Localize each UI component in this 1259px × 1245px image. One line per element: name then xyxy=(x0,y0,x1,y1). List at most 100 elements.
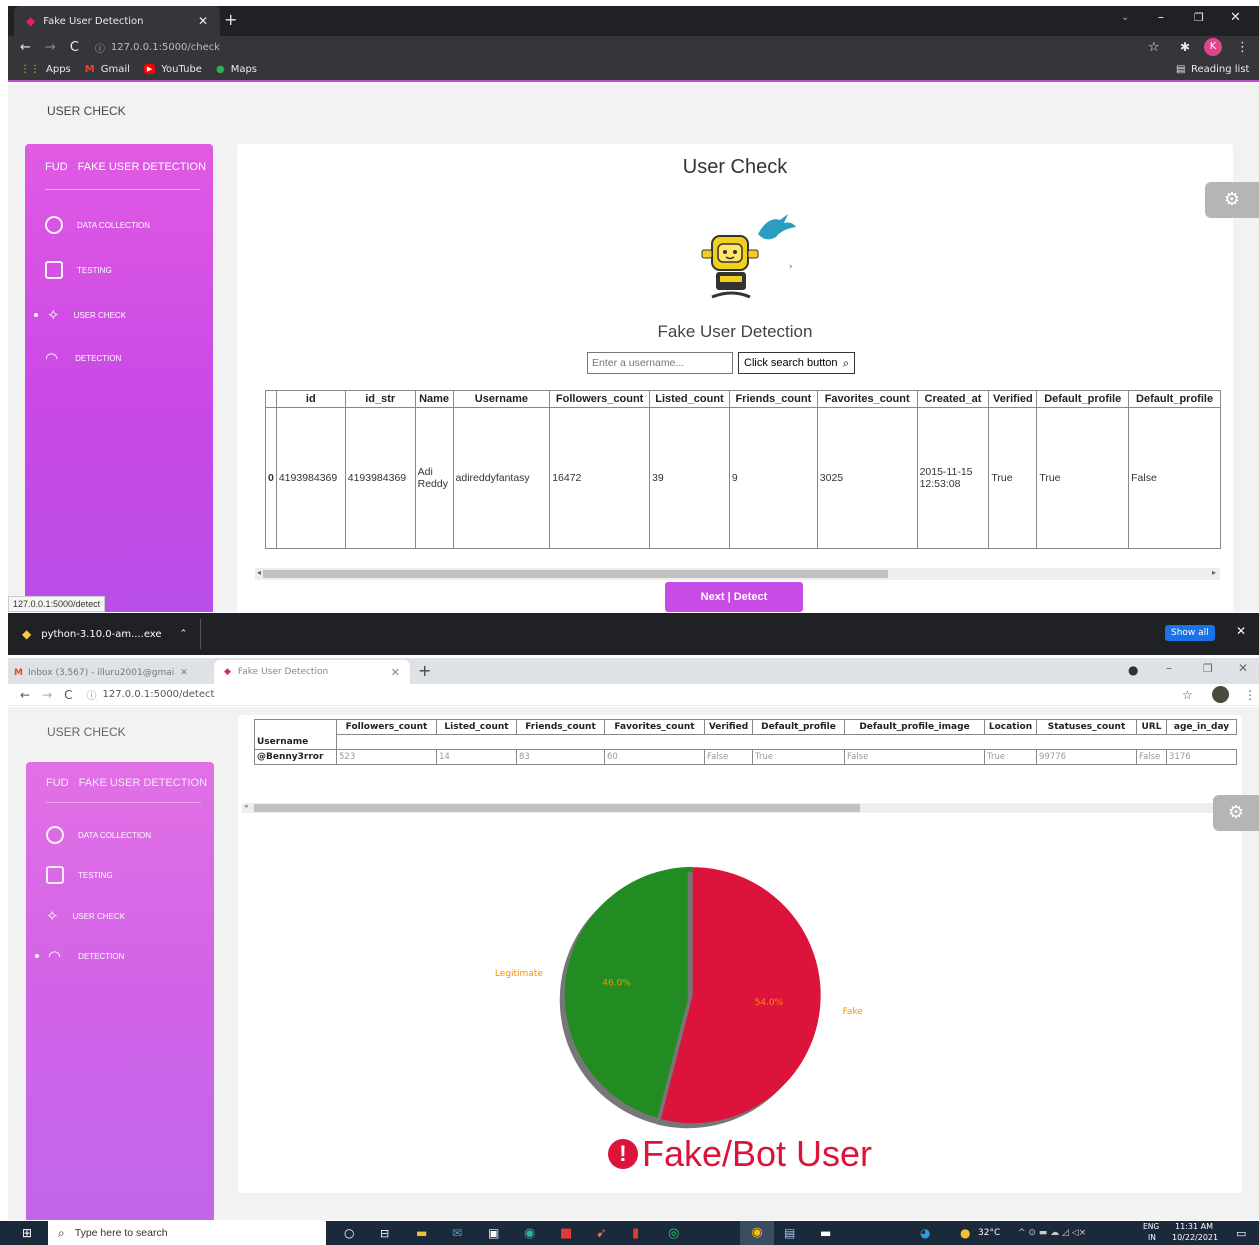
profile-avatar[interactable] xyxy=(1212,686,1229,703)
taskbar-search-box[interactable]: ⌕ Type here to search xyxy=(48,1221,326,1245)
result-banner: ! Fake/Bot User xyxy=(238,1133,1242,1175)
reload-icon[interactable]: C xyxy=(64,688,72,702)
bell-icon: ◠ xyxy=(48,948,62,965)
close-tab-icon[interactable]: ✕ xyxy=(391,666,400,679)
chevron-up-icon[interactable]: ⌃ xyxy=(180,629,188,639)
bookmark-gmail[interactable]: Gmail xyxy=(101,64,130,75)
record-icon[interactable]: ● xyxy=(1128,663,1138,677)
region-text[interactable]: IN xyxy=(1148,1233,1156,1242)
profile-avatar[interactable]: K xyxy=(1204,38,1222,56)
edge-icon[interactable]: ◉ xyxy=(524,1226,535,1241)
brand-short: FUD xyxy=(46,777,69,789)
card-subtitle: Fake User Detection xyxy=(657,322,813,341)
back-icon[interactable]: ← xyxy=(20,688,30,702)
minimize-icon[interactable]: – xyxy=(1158,10,1164,24)
download-file-name[interactable]: python-3.10.0-am....exe xyxy=(41,629,161,640)
reload-icon[interactable]: C xyxy=(70,40,79,55)
maximize-icon[interactable]: ❐ xyxy=(1194,11,1204,24)
sidebar-brand[interactable]: FUD FAKE USER DETECTION xyxy=(45,161,206,173)
cell-index: 0 xyxy=(265,407,277,549)
app-red-icon[interactable]: ■ xyxy=(560,1226,572,1241)
tab-search-icon[interactable]: ⌄ xyxy=(1121,12,1129,23)
index-label: Username xyxy=(254,734,337,750)
close-window-icon[interactable]: ✕ xyxy=(1230,10,1241,25)
next-detect-button[interactable]: Next | Detect xyxy=(665,582,803,612)
browser-tab-active[interactable]: ◆ Fake User Detection ✕ xyxy=(14,6,220,36)
star-icon[interactable]: ☆ xyxy=(1182,688,1193,702)
scrollbar-thumb[interactable] xyxy=(254,804,860,812)
bookmark-maps[interactable]: Maps xyxy=(231,64,257,75)
scroll-right-icon[interactable]: ▸ xyxy=(1212,568,1216,577)
scroll-left-icon[interactable]: ◂ xyxy=(244,802,248,810)
sidebar-item-detection[interactable]: ◠ DETECTION xyxy=(45,349,121,367)
url-text[interactable]: 127.0.0.1:5000/check xyxy=(111,42,220,53)
forward-icon[interactable]: → xyxy=(45,40,56,55)
cell-listed: 14 xyxy=(436,748,517,765)
mail-icon[interactable]: ✉ xyxy=(452,1226,462,1240)
chrome-icon[interactable]: ◉ xyxy=(740,1221,774,1245)
terminal-icon[interactable]: ▬ xyxy=(820,1226,831,1240)
star-icon[interactable]: ☆ xyxy=(1148,40,1160,55)
sidebar-item-testing[interactable]: TESTING xyxy=(46,866,113,884)
menu-icon[interactable]: ⋮ xyxy=(1244,688,1256,702)
sidebar-item-testing[interactable]: TESTING xyxy=(45,261,112,279)
user-data-table: id id_str Name Username Followers_count … xyxy=(265,390,1221,549)
settings-fab[interactable]: ⚙ xyxy=(1205,182,1259,218)
scrollbar-thumb[interactable] xyxy=(263,570,888,578)
bookmark-youtube[interactable]: YouTube xyxy=(161,64,202,75)
clock-time[interactable]: 11:31 AM xyxy=(1175,1222,1213,1231)
search-button[interactable]: Click search button ⌕ xyxy=(738,352,856,374)
tab-fake-user-detection[interactable]: ◆ Fake User Detection ✕ xyxy=(214,660,410,684)
sidebar-brand[interactable]: FUD FAKE USER DETECTION xyxy=(46,777,207,789)
sidebar-item-user-check[interactable]: ✧ USER CHECK xyxy=(34,306,126,324)
app-arrow-icon[interactable]: ➹ xyxy=(596,1226,607,1241)
extensions-icon[interactable]: ✱ xyxy=(1180,40,1190,54)
widgets-icon[interactable]: ⊟ xyxy=(380,1227,389,1240)
clock-date[interactable]: 10/22/2021 xyxy=(1172,1233,1218,1242)
close-window-icon[interactable]: ✕ xyxy=(1238,661,1248,675)
office-icon[interactable]: ▮ xyxy=(632,1226,639,1241)
whatsapp-icon[interactable]: ◎ xyxy=(668,1226,679,1241)
horizontal-scrollbar[interactable]: ◂ ▸ xyxy=(255,568,1220,580)
gmail-icon: M xyxy=(14,668,23,678)
cell-default-profile-image: False xyxy=(844,748,985,765)
maximize-icon[interactable]: ❐ xyxy=(1203,662,1213,675)
task-view-icon[interactable]: ○ xyxy=(344,1226,354,1240)
sidebar-item-user-check[interactable]: ✧ USER CHECK xyxy=(46,907,125,925)
file-explorer-icon[interactable]: ▬ xyxy=(416,1226,427,1240)
new-tab-button[interactable]: + xyxy=(224,10,237,29)
temperature-text[interactable]: 32°C xyxy=(978,1228,1000,1238)
forward-icon[interactable]: → xyxy=(42,688,52,702)
scroll-left-icon[interactable]: ◂ xyxy=(257,568,261,577)
menu-icon[interactable]: ⋮ xyxy=(1236,40,1249,55)
sidebar-item-label: DETECTION xyxy=(78,951,125,961)
close-tab-icon[interactable]: ✕ xyxy=(198,14,208,28)
close-tab-icon[interactable]: ✕ xyxy=(180,668,188,678)
windows-start-icon[interactable]: ⊞ xyxy=(22,1226,32,1240)
sidebar-divider xyxy=(45,189,200,190)
back-icon[interactable]: ← xyxy=(20,40,31,55)
bookmark-apps[interactable]: Apps xyxy=(46,64,71,75)
notepad-icon[interactable]: ▤ xyxy=(784,1226,795,1240)
sidebar-item-detection[interactable]: ◠ DETECTION xyxy=(35,947,124,965)
tab-inbox[interactable]: M Inbox (3,567) - illuru2001@gmai ✕ xyxy=(14,662,214,684)
notification-icon[interactable]: ▭ xyxy=(1236,1227,1246,1240)
horizontal-scrollbar[interactable]: ◂ xyxy=(242,802,1242,813)
info-icon: ⓘ xyxy=(86,691,97,702)
tray-icons[interactable]: ^ ⊙ ▬ ☁ ◿ ◁× xyxy=(1018,1228,1086,1238)
sidebar-item-data-collection[interactable]: DATA COLLECTION xyxy=(45,216,150,234)
username-search-input[interactable] xyxy=(587,352,733,374)
lang-text[interactable]: ENG xyxy=(1143,1222,1159,1231)
url-text[interactable]: 127.0.0.1:5000/detect xyxy=(103,689,215,700)
minimize-icon[interactable]: – xyxy=(1166,661,1172,675)
close-download-bar-icon[interactable]: ✕ xyxy=(1236,624,1246,638)
store-icon[interactable]: ▣ xyxy=(488,1226,499,1240)
reading-list-link[interactable]: Reading list xyxy=(1191,64,1249,75)
gear-icon: ⚙ xyxy=(1223,189,1241,210)
new-tab-button[interactable]: + xyxy=(418,661,431,680)
tray-app-icon[interactable]: ◕ xyxy=(920,1226,930,1240)
settings-fab[interactable]: ⚙ xyxy=(1213,795,1259,831)
sidebar-item-data-collection[interactable]: DATA COLLECTION xyxy=(46,826,151,844)
cell-friends: 83 xyxy=(516,748,605,765)
show-all-button[interactable]: Show all xyxy=(1165,625,1215,641)
